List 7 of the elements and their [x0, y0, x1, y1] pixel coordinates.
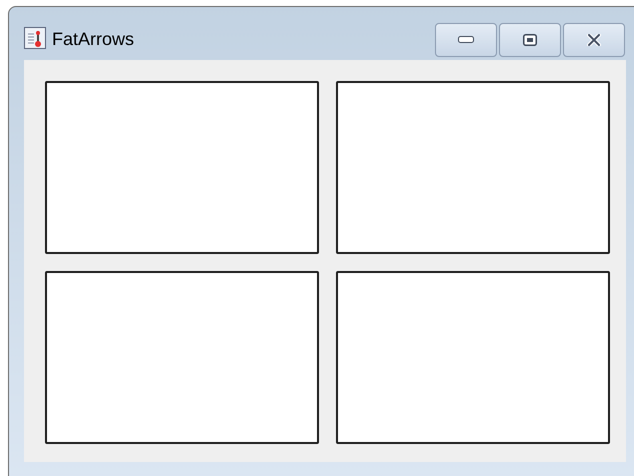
maximize-button[interactable]	[499, 23, 561, 57]
app-icon	[24, 27, 46, 49]
window-title: FatArrows	[52, 28, 134, 50]
minimize-icon	[458, 36, 474, 44]
close-icon	[587, 34, 601, 46]
maximize-icon	[523, 34, 537, 46]
close-button[interactable]	[563, 23, 625, 57]
